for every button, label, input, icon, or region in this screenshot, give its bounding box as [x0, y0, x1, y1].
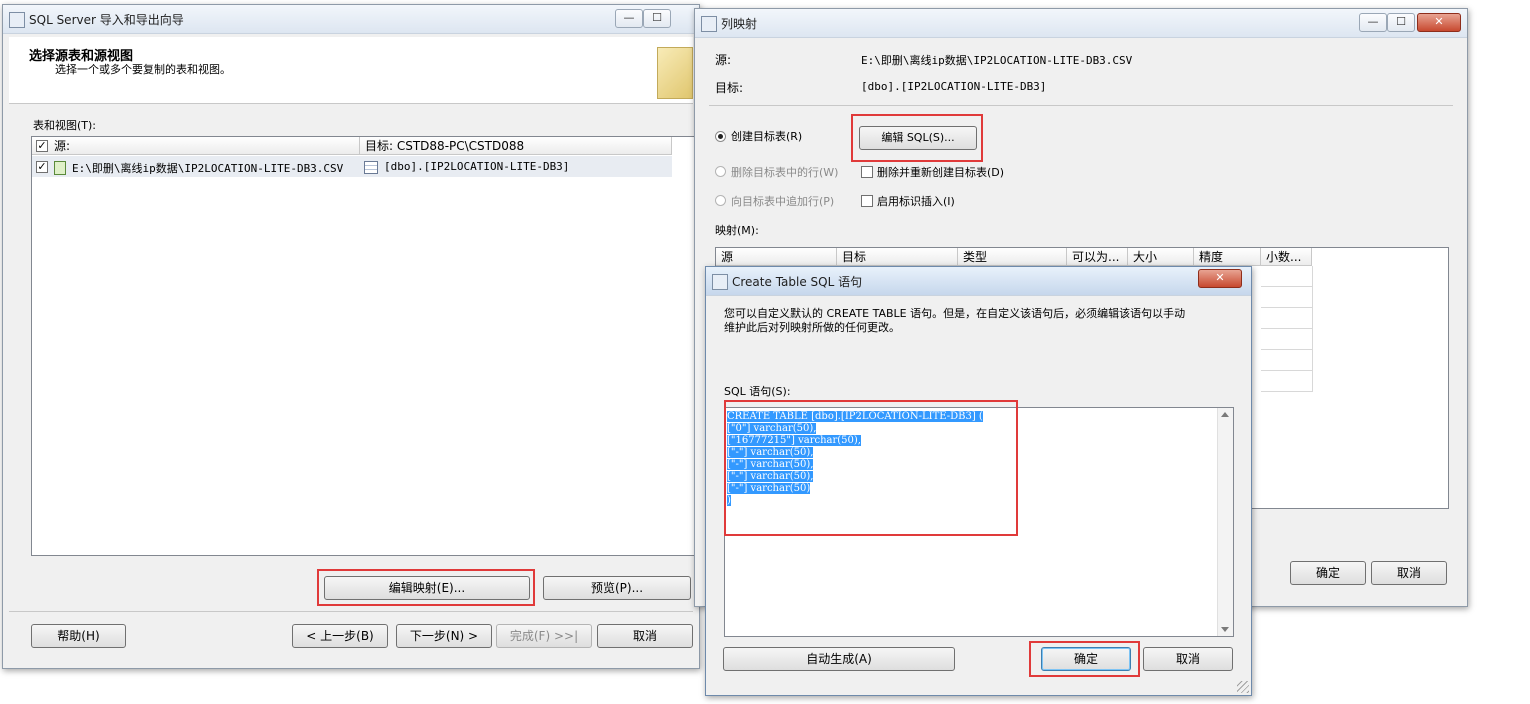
identity-insert-label: 启用标识插入(I)	[877, 195, 955, 208]
grid-col-size[interactable]: 大小	[1128, 248, 1194, 266]
minimize-button[interactable]: —	[615, 9, 643, 28]
row-checkbox[interactable]: ✓	[36, 161, 48, 173]
grid-col-precision[interactable]: 精度	[1194, 248, 1261, 266]
scroll-up-arrow-icon[interactable]	[1221, 412, 1229, 417]
grid-col-source[interactable]: 源	[716, 248, 837, 266]
import-export-wizard-window: SQL Server 导入和导出向导 — ☐ 选择源表和源视图 选择一个或多个要…	[2, 4, 700, 669]
back-button[interactable]: < 上一步(B)	[292, 624, 388, 648]
scroll-down-arrow-icon[interactable]	[1221, 627, 1229, 632]
sql-vertical-scrollbar[interactable]	[1217, 408, 1233, 636]
source-file-icon	[54, 161, 66, 175]
create-table-radio[interactable]	[715, 131, 726, 142]
preview-button[interactable]: 预览(P)...	[543, 576, 691, 600]
identity-insert-checkbox[interactable]	[861, 195, 873, 207]
delete-rows-label: 删除目标表中的行(W)	[731, 166, 839, 179]
next-button[interactable]: 下一步(N) >	[396, 624, 492, 648]
maximize-button[interactable]: ☐	[643, 9, 671, 28]
auto-generate-button[interactable]: 自动生成(A)	[723, 647, 955, 671]
mapping-maximize-button[interactable]: ☐	[1387, 13, 1415, 32]
sql-dialog-close-button[interactable]: ✕	[1198, 269, 1242, 288]
sql-statement-label: SQL 语句(S):	[724, 385, 791, 398]
column-header-target[interactable]: 目标: CSTD88-PC\CSTD088	[360, 137, 672, 155]
sql-description-2: 维护此后对列映射所做的任何更改。	[724, 321, 900, 334]
tables-list[interactable]: 源: ✓ 目标: CSTD88-PC\CSTD088 ✓ E:\即删\离线ip数…	[31, 136, 697, 556]
column-header-source[interactable]: 源:	[32, 137, 360, 155]
page-subtitle: 选择一个或多个要复制的表和视图。	[55, 63, 231, 76]
dialog-icon	[701, 16, 717, 32]
wizard-title: SQL Server 导入和导出向导	[29, 13, 184, 27]
grid-rows-lines	[1261, 266, 1313, 392]
wizard-titlebar[interactable]: SQL Server 导入和导出向导 — ☐	[3, 5, 699, 34]
row-source: E:\即删\离线ip数据\IP2LOCATION-LITE-DB3.CSV	[72, 162, 344, 175]
grid-col-scale[interactable]: 小数...	[1261, 248, 1312, 266]
table-icon	[364, 161, 378, 174]
grid-col-nullable[interactable]: 可以为...	[1067, 248, 1128, 266]
app-icon	[9, 12, 25, 28]
highlight-ok-button	[1029, 641, 1140, 677]
target-value: [dbo].[IP2LOCATION-LITE-DB3]	[861, 80, 1047, 93]
mapping-titlebar[interactable]: 列映射 — ☐ ✕	[695, 9, 1467, 38]
grid-col-type[interactable]: 类型	[958, 248, 1067, 266]
highlight-edit-mapping	[317, 569, 535, 606]
highlight-edit-sql	[851, 114, 983, 162]
highlight-sql-text	[724, 400, 1018, 536]
sql-dialog-titlebar[interactable]: Create Table SQL 语句 ✕	[706, 267, 1251, 296]
mapping-ok-button[interactable]: 确定	[1290, 561, 1366, 585]
mappings-label: 映射(M):	[715, 224, 759, 237]
wizard-graphic-icon	[657, 47, 693, 99]
wizard-cancel-button[interactable]: 取消	[597, 624, 693, 648]
resize-grip-icon[interactable]	[1237, 681, 1249, 693]
create-table-sql-dialog: Create Table SQL 语句 ✕ 您可以自定义默认的 CREATE T…	[705, 266, 1252, 696]
sql-dialog-title: Create Table SQL 语句	[732, 275, 863, 289]
tables-label: 表和视图(T):	[33, 119, 97, 132]
target-label: 目标:	[715, 81, 744, 95]
sql-dialog-icon	[712, 274, 728, 290]
source-value: E:\即删\离线ip数据\IP2LOCATION-LITE-DB3.CSV	[861, 54, 1133, 67]
append-rows-label: 向目标表中追加行(P)	[731, 195, 835, 208]
source-label: 源:	[715, 53, 732, 67]
row-target: [dbo].[IP2LOCATION-LITE-DB3]	[384, 160, 570, 173]
sql-cancel-button[interactable]: 取消	[1143, 647, 1233, 671]
mapping-separator	[709, 105, 1453, 106]
create-table-label: 创建目标表(R)	[731, 130, 803, 143]
help-button[interactable]: 帮助(H)	[31, 624, 126, 648]
select-all-checkbox[interactable]: ✓	[36, 140, 48, 152]
mapping-close-button[interactable]: ✕	[1417, 13, 1461, 32]
drop-recreate-checkbox[interactable]	[861, 166, 873, 178]
finish-button[interactable]: 完成(F) >>|	[496, 624, 592, 648]
delete-rows-radio[interactable]	[715, 166, 726, 177]
drop-recreate-label: 删除并重新创建目标表(D)	[877, 166, 1005, 179]
grid-col-target[interactable]: 目标	[837, 248, 958, 266]
mapping-title: 列映射	[721, 17, 758, 31]
wizard-header-panel: 选择源表和源视图 选择一个或多个要复制的表和视图。	[9, 37, 693, 104]
table-row[interactable]: ✓ E:\即删\离线ip数据\IP2LOCATION-LITE-DB3.CSV …	[32, 156, 672, 177]
footer-separator	[9, 611, 693, 612]
mapping-minimize-button[interactable]: —	[1359, 13, 1387, 32]
append-rows-radio[interactable]	[715, 195, 726, 206]
mapping-cancel-button[interactable]: 取消	[1371, 561, 1447, 585]
